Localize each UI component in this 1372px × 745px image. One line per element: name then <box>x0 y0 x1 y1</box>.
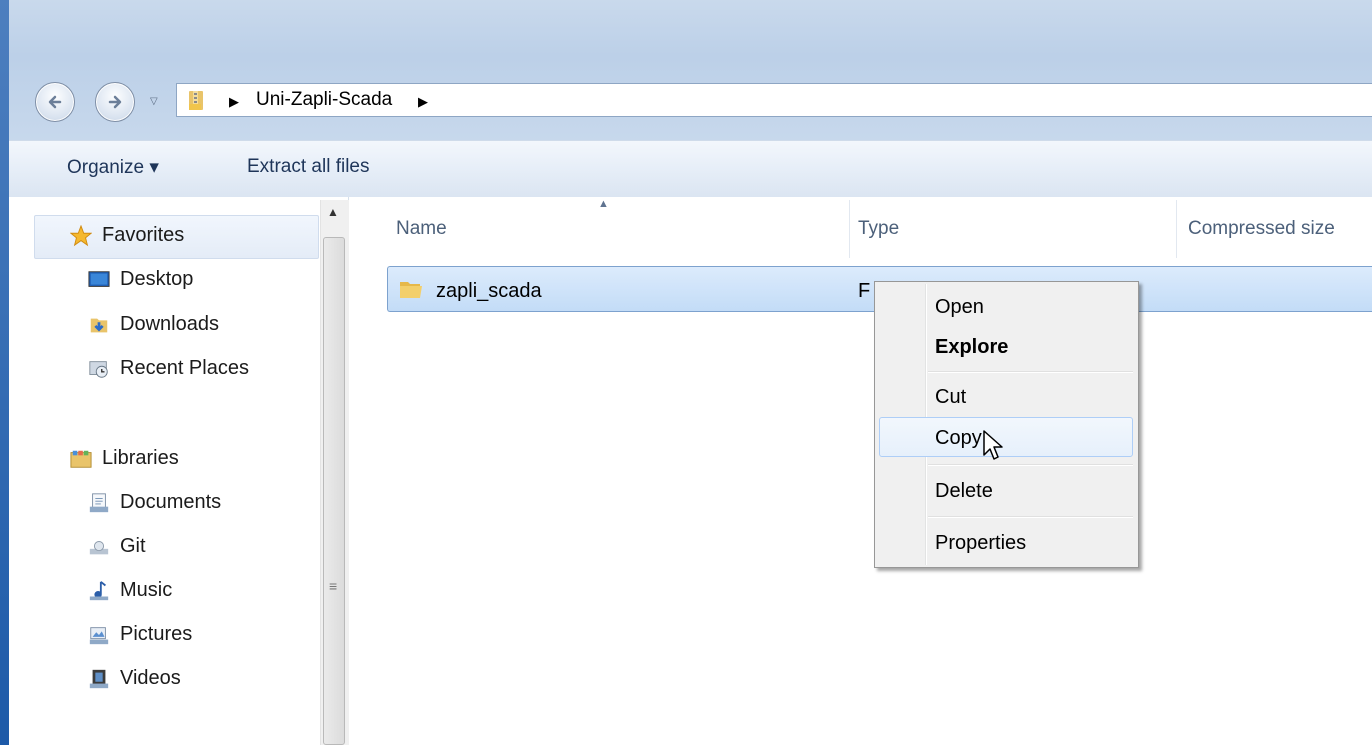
context-menu-hover-highlight <box>879 417 1133 457</box>
nav-git[interactable]: Git <box>88 535 146 558</box>
mouse-cursor-icon <box>983 430 1003 460</box>
title-bar <box>9 0 1372 140</box>
command-bar <box>9 140 1372 198</box>
menu-separator <box>928 371 1133 373</box>
nav-videos[interactable]: Videos <box>88 667 181 690</box>
menu-item-properties[interactable]: Properties <box>935 532 1026 555</box>
desktop-icon <box>88 270 110 287</box>
star-icon <box>70 224 92 246</box>
nav-git-label: Git <box>120 535 146 557</box>
nav-downloads[interactable]: Downloads <box>88 313 219 336</box>
pictures-icon <box>89 626 109 644</box>
nav-documents-label: Documents <box>120 491 222 513</box>
documents-icon <box>89 492 109 512</box>
nav-music-label: Music <box>120 579 173 601</box>
nav-desktop[interactable]: Desktop <box>88 268 193 291</box>
nav-music[interactable]: Music <box>88 579 172 602</box>
recent-places-icon <box>89 360 108 378</box>
column-header-name[interactable]: Name <box>396 218 447 240</box>
nav-desktop-label: Desktop <box>120 268 194 290</box>
nav-scrollbar-thumb[interactable] <box>323 237 345 745</box>
menu-separator <box>928 516 1133 518</box>
nav-videos-label: Videos <box>120 667 181 689</box>
videos-icon <box>89 669 109 688</box>
menu-item-explore[interactable]: Explore <box>935 336 1008 359</box>
music-icon <box>89 580 109 600</box>
nav-libraries-label: Libraries <box>102 447 179 469</box>
file-type: F <box>858 280 871 302</box>
nav-documents[interactable]: Documents <box>88 491 221 514</box>
address-path[interactable]: Uni-Zapli-Scada <box>256 89 392 111</box>
address-separator-icon[interactable]: ▶ <box>229 94 239 110</box>
back-button[interactable] <box>35 82 75 122</box>
back-arrow-icon <box>48 95 62 109</box>
menu-item-delete[interactable]: Delete <box>935 480 993 503</box>
nav-favorites-label: Favorites <box>102 224 185 246</box>
nav-recent-places[interactable]: Recent Places <box>88 357 249 380</box>
column-separator[interactable] <box>1176 200 1177 258</box>
file-name[interactable]: zapli_scada <box>436 280 542 303</box>
forward-arrow-icon <box>108 95 122 109</box>
git-icon <box>89 540 109 554</box>
zip-folder-icon <box>189 91 203 110</box>
column-separator[interactable] <box>849 200 850 258</box>
menu-item-copy[interactable]: Copy <box>935 427 982 450</box>
nav-pictures[interactable]: Pictures <box>88 623 192 646</box>
nav-pictures-label: Pictures <box>120 623 193 645</box>
downloads-icon <box>90 318 108 332</box>
recent-pages-dropdown-icon[interactable]: ▽ <box>150 96 158 107</box>
address-separator-icon[interactable]: ▶ <box>418 94 428 110</box>
column-header-compressed-size[interactable]: Compressed size <box>1188 218 1335 240</box>
extract-all-button[interactable]: Extract all files <box>247 156 369 178</box>
window-edge <box>0 0 9 745</box>
nav-downloads-label: Downloads <box>120 313 219 335</box>
folder-icon <box>400 282 422 298</box>
organize-button[interactable]: Organize ▾ <box>67 156 159 179</box>
menu-item-open[interactable]: Open <box>935 296 984 319</box>
nav-favorites[interactable]: Favorites <box>70 224 184 247</box>
column-header-type[interactable]: Type <box>858 218 899 240</box>
menu-item-cut[interactable]: Cut <box>935 386 966 409</box>
libraries-icon <box>70 450 92 468</box>
scroll-grip-icon: ≡ <box>329 578 338 594</box>
scroll-up-arrow-icon[interactable]: ▲ <box>327 205 339 219</box>
sort-ascending-icon: ▲ <box>598 198 609 210</box>
forward-button[interactable] <box>95 82 135 122</box>
nav-libraries[interactable]: Libraries <box>70 447 179 470</box>
menu-separator <box>928 464 1133 466</box>
nav-recent-places-label: Recent Places <box>120 357 249 379</box>
